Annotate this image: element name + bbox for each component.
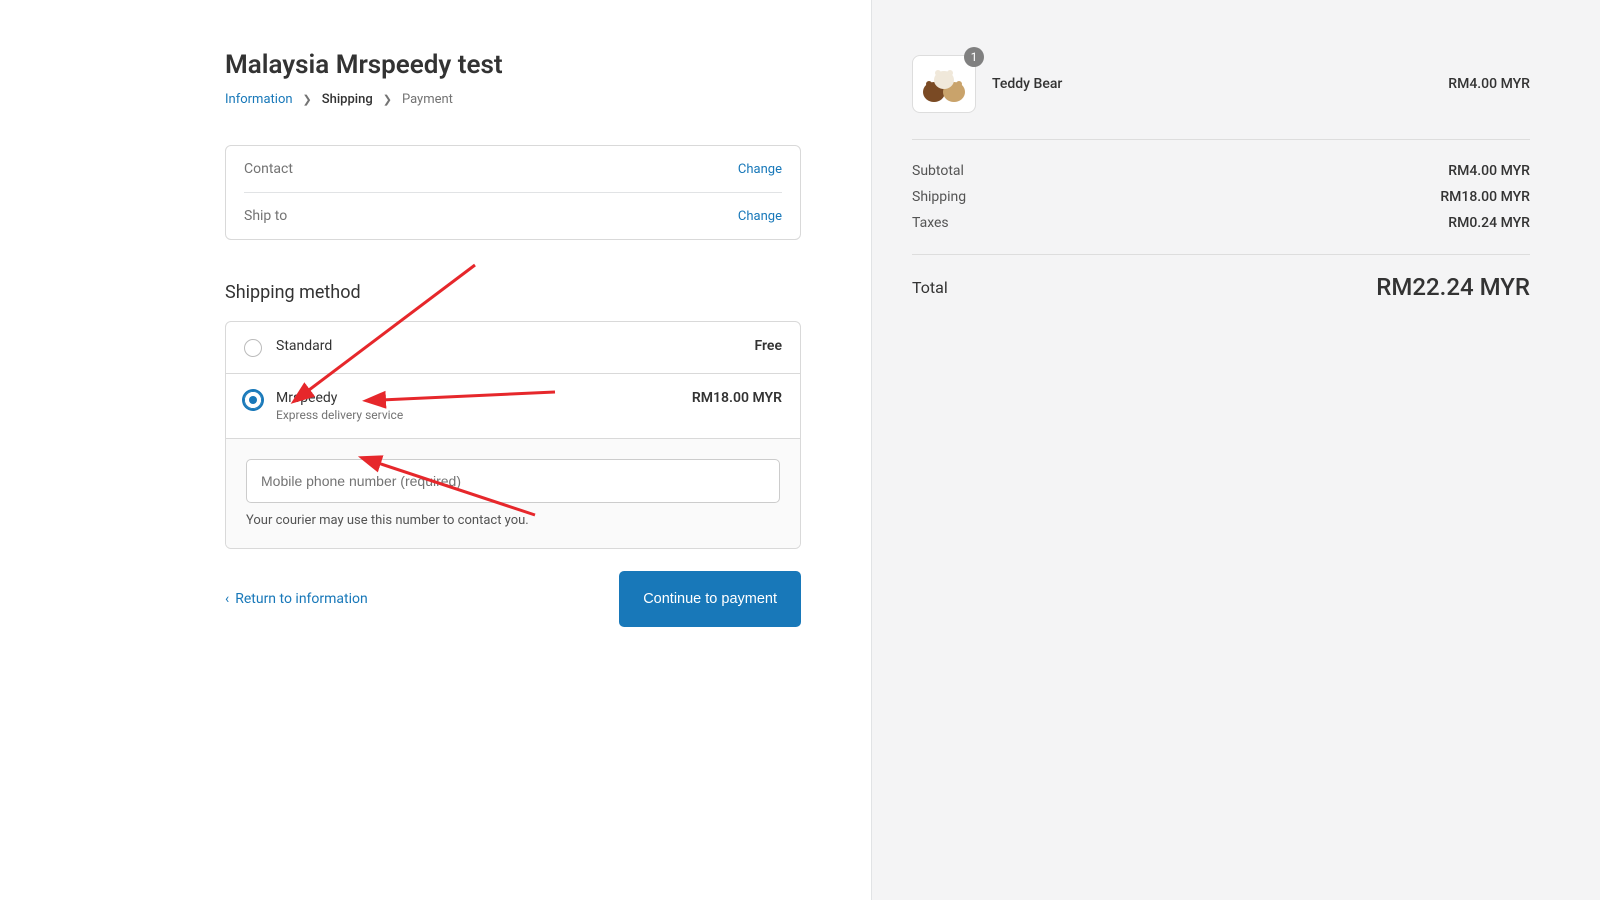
- subtotal-label: Subtotal: [912, 163, 964, 179]
- taxes-row: Taxes RM0.24 MYR: [912, 210, 1530, 236]
- page-title: Malaysia Mrspeedy test: [225, 50, 801, 80]
- radio-mrspeedy[interactable]: [244, 391, 262, 409]
- contact-row: Contact Change: [244, 146, 782, 192]
- cart-item-name: Teddy Bear: [992, 76, 1432, 92]
- taxes-label: Taxes: [912, 215, 949, 231]
- option-sub-mrspeedy: Express delivery service: [276, 408, 403, 422]
- footer-nav: ‹ Return to information Continue to paym…: [225, 571, 801, 627]
- breadcrumb-payment: Payment: [402, 92, 453, 107]
- grand-total-row: Total RM22.24 MYR: [912, 255, 1530, 301]
- chevron-left-icon: ‹: [225, 591, 229, 607]
- cart-item-price: RM4.00 MYR: [1448, 76, 1530, 92]
- breadcrumb-shipping: Shipping: [322, 92, 373, 107]
- shipping-method-title: Shipping method: [225, 282, 801, 303]
- subtotal-row: Subtotal RM4.00 MYR: [912, 158, 1530, 184]
- contact-ship-summary: Contact Change Ship to Change: [225, 145, 801, 240]
- option-name-mrspeedy: Mrspeedy: [276, 390, 403, 406]
- phone-input[interactable]: [246, 459, 780, 503]
- shipping-options: Standard Free Mrspeedy Express delivery …: [225, 321, 801, 549]
- continue-to-payment-button[interactable]: Continue to payment: [619, 571, 801, 627]
- change-shipto-link[interactable]: Change: [738, 209, 782, 224]
- breadcrumb: Information ❯ Shipping ❯ Payment: [225, 92, 801, 107]
- option-price-standard: Free: [755, 338, 783, 354]
- return-to-information-link[interactable]: ‹ Return to information: [225, 591, 368, 607]
- contact-label: Contact: [244, 161, 293, 177]
- shipping-row: Shipping RM18.00 MYR: [912, 184, 1530, 210]
- phone-section: Your courier may use this number to cont…: [226, 438, 800, 548]
- order-summary-panel: 1 Teddy Bear RM4.00 MYR Subtotal RM4.00 …: [872, 0, 1600, 900]
- subtotal-value: RM4.00 MYR: [1448, 163, 1530, 179]
- option-name-standard: Standard: [276, 338, 332, 354]
- shipping-option-standard[interactable]: Standard Free: [226, 322, 800, 373]
- chevron-right-icon: ❯: [303, 93, 312, 106]
- shipping-option-mrspeedy[interactable]: Mrspeedy Express delivery service RM18.0…: [226, 373, 800, 438]
- checkout-main-panel: Malaysia Mrspeedy test Information ❯ Shi…: [0, 0, 872, 900]
- change-contact-link[interactable]: Change: [738, 162, 782, 177]
- shipping-label: Shipping: [912, 189, 966, 205]
- cart-qty-badge: 1: [964, 47, 984, 67]
- shipto-label: Ship to: [244, 208, 287, 224]
- phone-hint: Your courier may use this number to cont…: [246, 513, 780, 528]
- totals-block: Subtotal RM4.00 MYR Shipping RM18.00 MYR…: [912, 140, 1530, 255]
- radio-standard[interactable]: [244, 339, 262, 357]
- grand-total-label: Total: [912, 278, 948, 297]
- chevron-right-icon: ❯: [383, 93, 392, 106]
- shipping-value: RM18.00 MYR: [1440, 189, 1530, 205]
- grand-total-value: RM22.24 MYR: [1376, 273, 1530, 301]
- return-label: Return to information: [235, 591, 368, 607]
- option-price-mrspeedy: RM18.00 MYR: [692, 390, 782, 406]
- product-thumbnail: 1: [912, 55, 976, 113]
- breadcrumb-information[interactable]: Information: [225, 92, 293, 107]
- taxes-value: RM0.24 MYR: [1448, 215, 1530, 231]
- cart-item: 1 Teddy Bear RM4.00 MYR: [912, 55, 1530, 140]
- shipto-row: Ship to Change: [244, 192, 782, 239]
